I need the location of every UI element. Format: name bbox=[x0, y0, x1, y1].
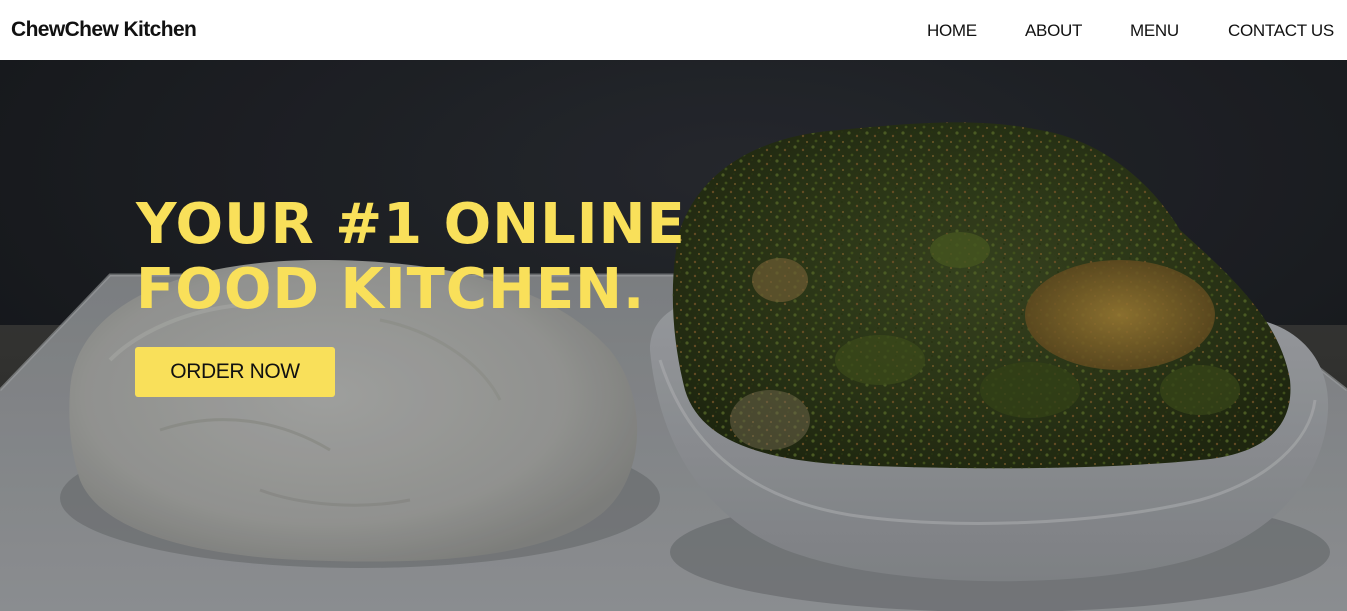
nav-contact-link[interactable]: CONTACT US bbox=[1228, 19, 1334, 43]
hero-background-image bbox=[0, 60, 1347, 611]
nav-menu-link[interactable]: MENU bbox=[1130, 19, 1179, 43]
main-nav: HOME ABOUT MENU CONTACT US bbox=[0, 19, 1347, 43]
nav-home-link[interactable]: HOME bbox=[927, 19, 977, 43]
hero-headline-line1: YOUR #1 ONLINE bbox=[136, 192, 686, 257]
top-navbar: ChewChew Kitchen HOME ABOUT MENU CONTACT… bbox=[0, 0, 1347, 60]
hero-section: YOUR #1 ONLINE FOOD KITCHEN. ORDER NOW bbox=[0, 60, 1347, 611]
order-now-button[interactable]: ORDER NOW bbox=[135, 347, 335, 397]
hero-headline-line2: FOOD KITCHEN. bbox=[136, 257, 646, 322]
hero-headline: YOUR #1 ONLINE FOOD KITCHEN. bbox=[136, 192, 686, 322]
nav-about-link[interactable]: ABOUT bbox=[1025, 19, 1082, 43]
